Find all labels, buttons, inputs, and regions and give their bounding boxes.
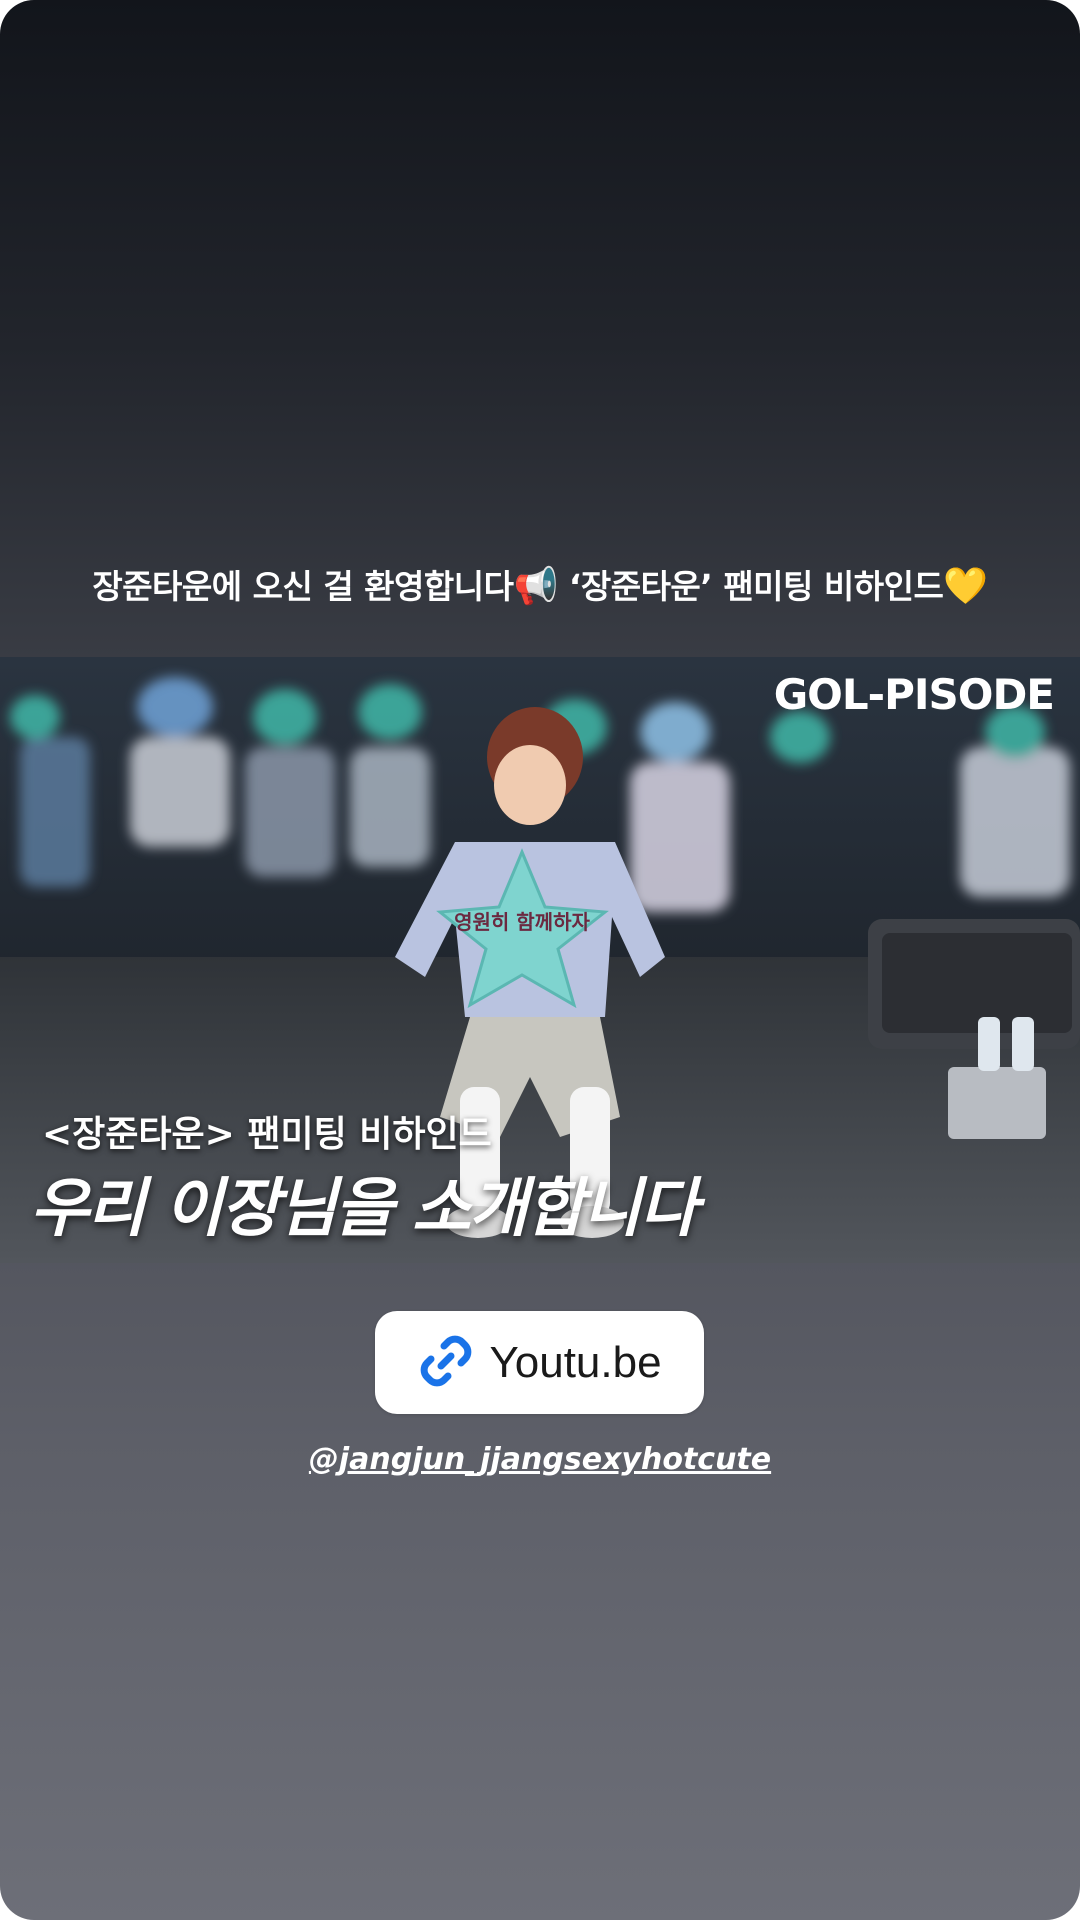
story-canvas: 장준타운에 오신 걸 환영합니다📢 ‘장준타운’ 팬미팅 비하인드💛 영원히 함… <box>0 0 1080 1920</box>
story-caption: 장준타운에 오신 걸 환영합니다📢 ‘장준타운’ 팬미팅 비하인드💛 <box>0 560 1080 608</box>
link-label: Youtu.be <box>489 1337 662 1387</box>
fan-sign-text: 영원히 함께하자 <box>454 910 590 934</box>
video-thumbnail[interactable]: 영원히 함께하자 GOL-PISODE <장준타운> 팬미팅 비하인드 우리 이… <box>0 657 1080 1263</box>
thumbnail-subtitle: <장준타운> 팬미팅 비하인드 <box>42 1114 492 1155</box>
yellow-heart-icon: 💛 <box>943 566 988 607</box>
caption-text: 장준타운에 오신 걸 환영합니다 <box>92 567 514 606</box>
channel-logo: GOL-PISODE <box>773 670 1055 719</box>
thumbnail-headline: 우리 이장님을 소개합니다 <box>30 1172 698 1246</box>
caption-text-2: ‘장준타운’ 팬미팅 비하인드 <box>568 567 944 606</box>
mention-sticker[interactable]: @jangjun_jjangsexyhotcute <box>0 1442 1080 1477</box>
link-icon <box>417 1332 475 1394</box>
link-sticker[interactable]: Youtu.be <box>375 1311 704 1414</box>
megaphone-icon: 📢 <box>513 566 558 607</box>
